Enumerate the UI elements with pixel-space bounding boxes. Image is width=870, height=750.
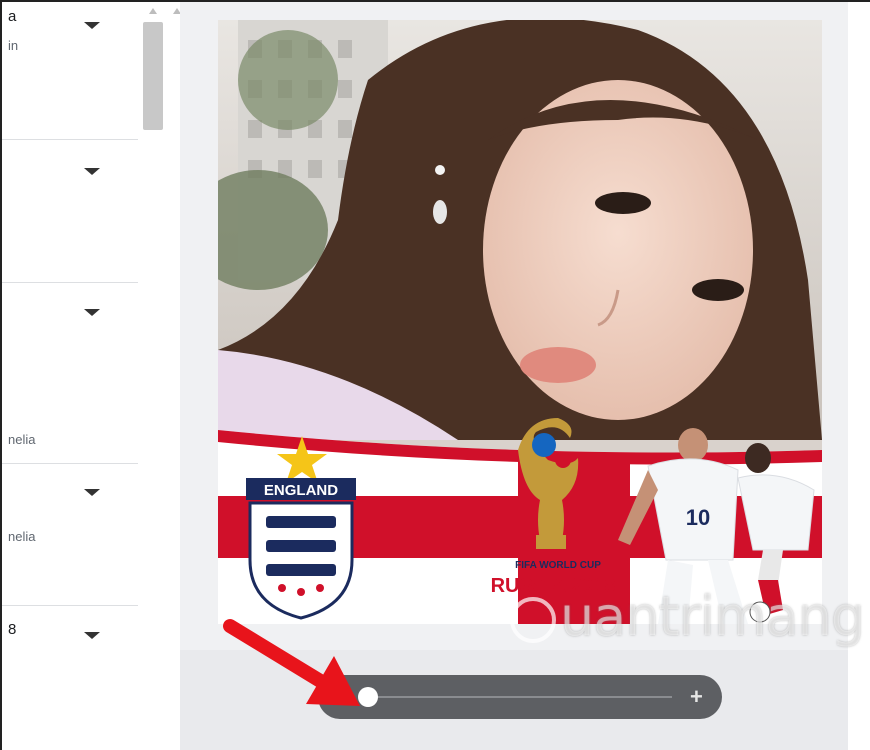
list-item[interactable]: nelia [2, 283, 138, 464]
list-item-title: a [8, 8, 17, 25]
frame-illustration: ENGLAND FIFA WORLD CUP RUSSIA 2018 10 [218, 20, 822, 624]
caret-down-icon[interactable] [84, 309, 100, 316]
caret-down-icon[interactable] [84, 489, 100, 496]
caret-down-icon[interactable] [84, 632, 100, 639]
list-item[interactable]: 8 [2, 606, 138, 750]
list-item-subtitle: nelia [8, 432, 36, 447]
list-item-subtitle: nelia [8, 529, 36, 544]
scrollbar-thumb[interactable] [143, 22, 163, 130]
red-arrow-annotation [223, 619, 360, 706]
list-item-subtitle: in [8, 38, 19, 53]
plus-icon[interactable]: + [690, 683, 703, 711]
list-item[interactable] [2, 140, 138, 283]
list-item[interactable]: a in [2, 2, 138, 140]
scroll-up-icon[interactable] [149, 8, 157, 14]
player-number: 10 [686, 505, 710, 530]
profile-photo-preview[interactable]: ENGLAND FIFA WORLD CUP RUSSIA 2018 10 [218, 20, 822, 624]
caret-down-icon[interactable] [84, 168, 100, 175]
caret-down-icon[interactable] [84, 22, 100, 29]
watermark-logo-icon [510, 597, 556, 643]
cup-label: FIFA WORLD CUP [515, 560, 601, 571]
frame-list-panel: a in nelia nelia 8 [2, 2, 138, 750]
list-item[interactable]: nelia [2, 464, 138, 606]
list-item-title: 8 [8, 621, 17, 638]
team-label: ENGLAND [264, 482, 338, 499]
watermark-text: uantrimang [560, 585, 865, 648]
slider-track[interactable] [372, 696, 672, 698]
